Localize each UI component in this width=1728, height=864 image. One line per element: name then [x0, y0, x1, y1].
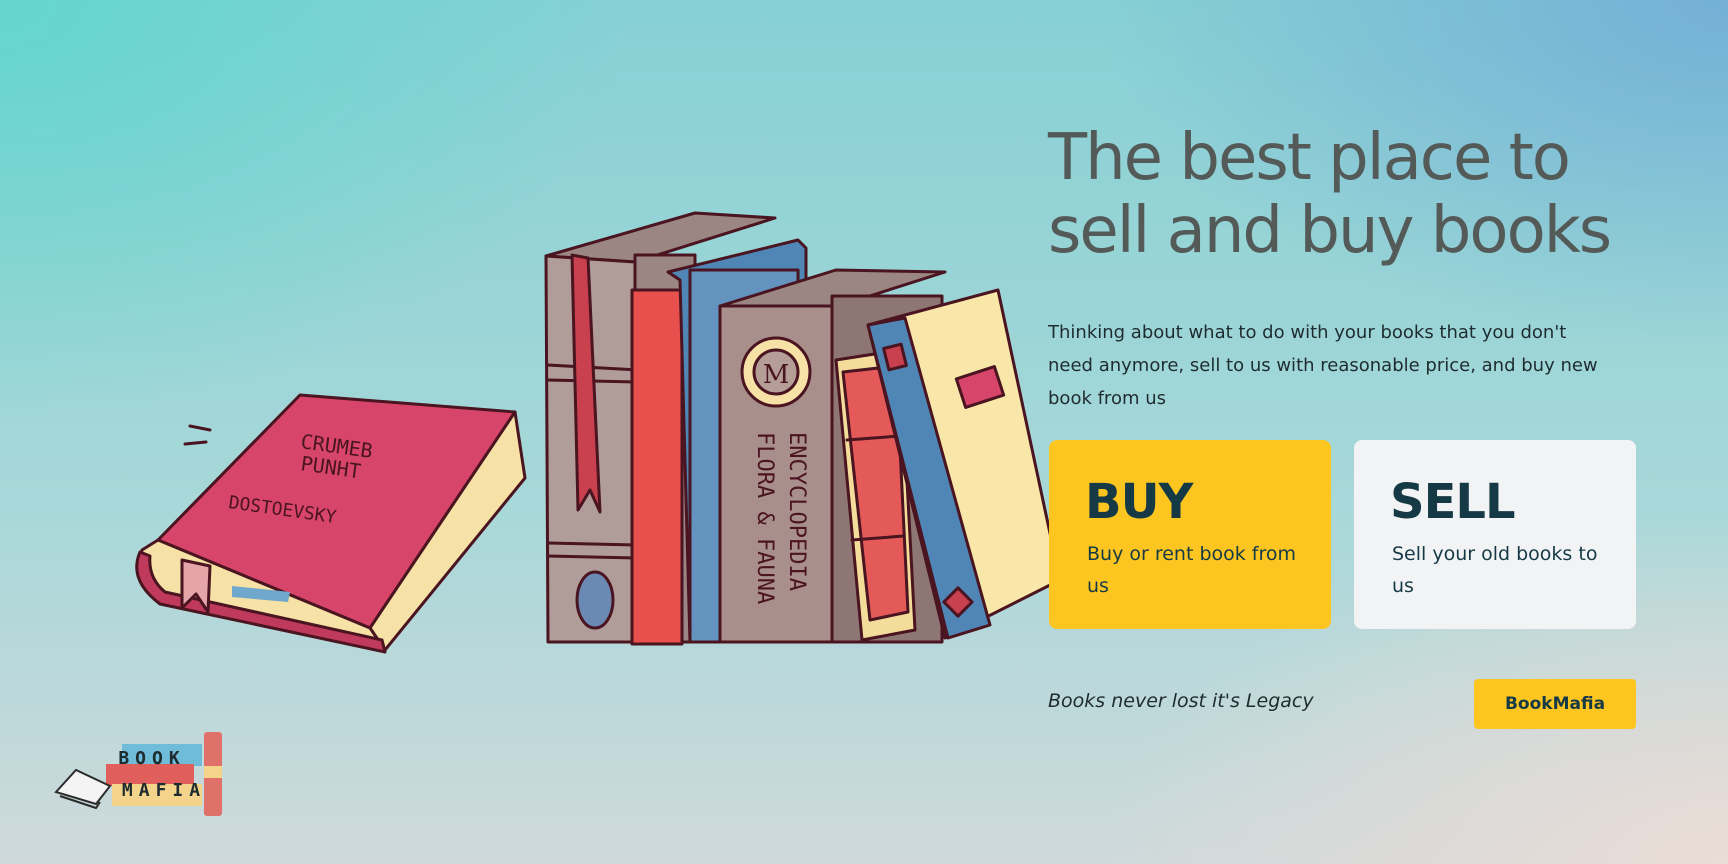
buy-card-text: Buy or rent book from us — [1087, 543, 1297, 597]
headline-line-2: sell and buy books — [1048, 194, 1612, 268]
encyclopedia-emblem: M — [763, 360, 790, 390]
encyclopedia-spine-2: ENCYCLOPEDIA — [784, 432, 809, 591]
encyclopedia-spine-1: FLORA & FAUNA — [752, 432, 777, 604]
hero-headline: The best place to sell and buy books — [1048, 122, 1688, 268]
bookmafia-button[interactable]: BookMafia — [1474, 679, 1636, 729]
sell-card-title: SELL — [1390, 474, 1516, 530]
sell-card-text: Sell your old books to us — [1392, 543, 1598, 597]
tagline: Books never lost it's Legacy — [1048, 690, 1314, 712]
buy-card-title: BUY — [1085, 474, 1193, 530]
headline-line-1: The best place to — [1048, 121, 1571, 195]
bookmafia-logo: BOOK MAFIA — [54, 732, 222, 816]
buy-card[interactable]: BUY Buy or rent book from us — [1049, 440, 1331, 629]
red-book-illustration: CRUMEB PUNHT DOSTOEVSKY — [135, 393, 527, 654]
logo-text-1: BOOK — [118, 748, 185, 769]
logo-text-2: MAFIA — [122, 780, 206, 801]
red-thin-book-illustration — [630, 288, 684, 646]
sell-card[interactable]: SELL Sell your old books to us — [1354, 440, 1636, 629]
hero-description: Thinking about what to do with your book… — [1048, 322, 1598, 409]
